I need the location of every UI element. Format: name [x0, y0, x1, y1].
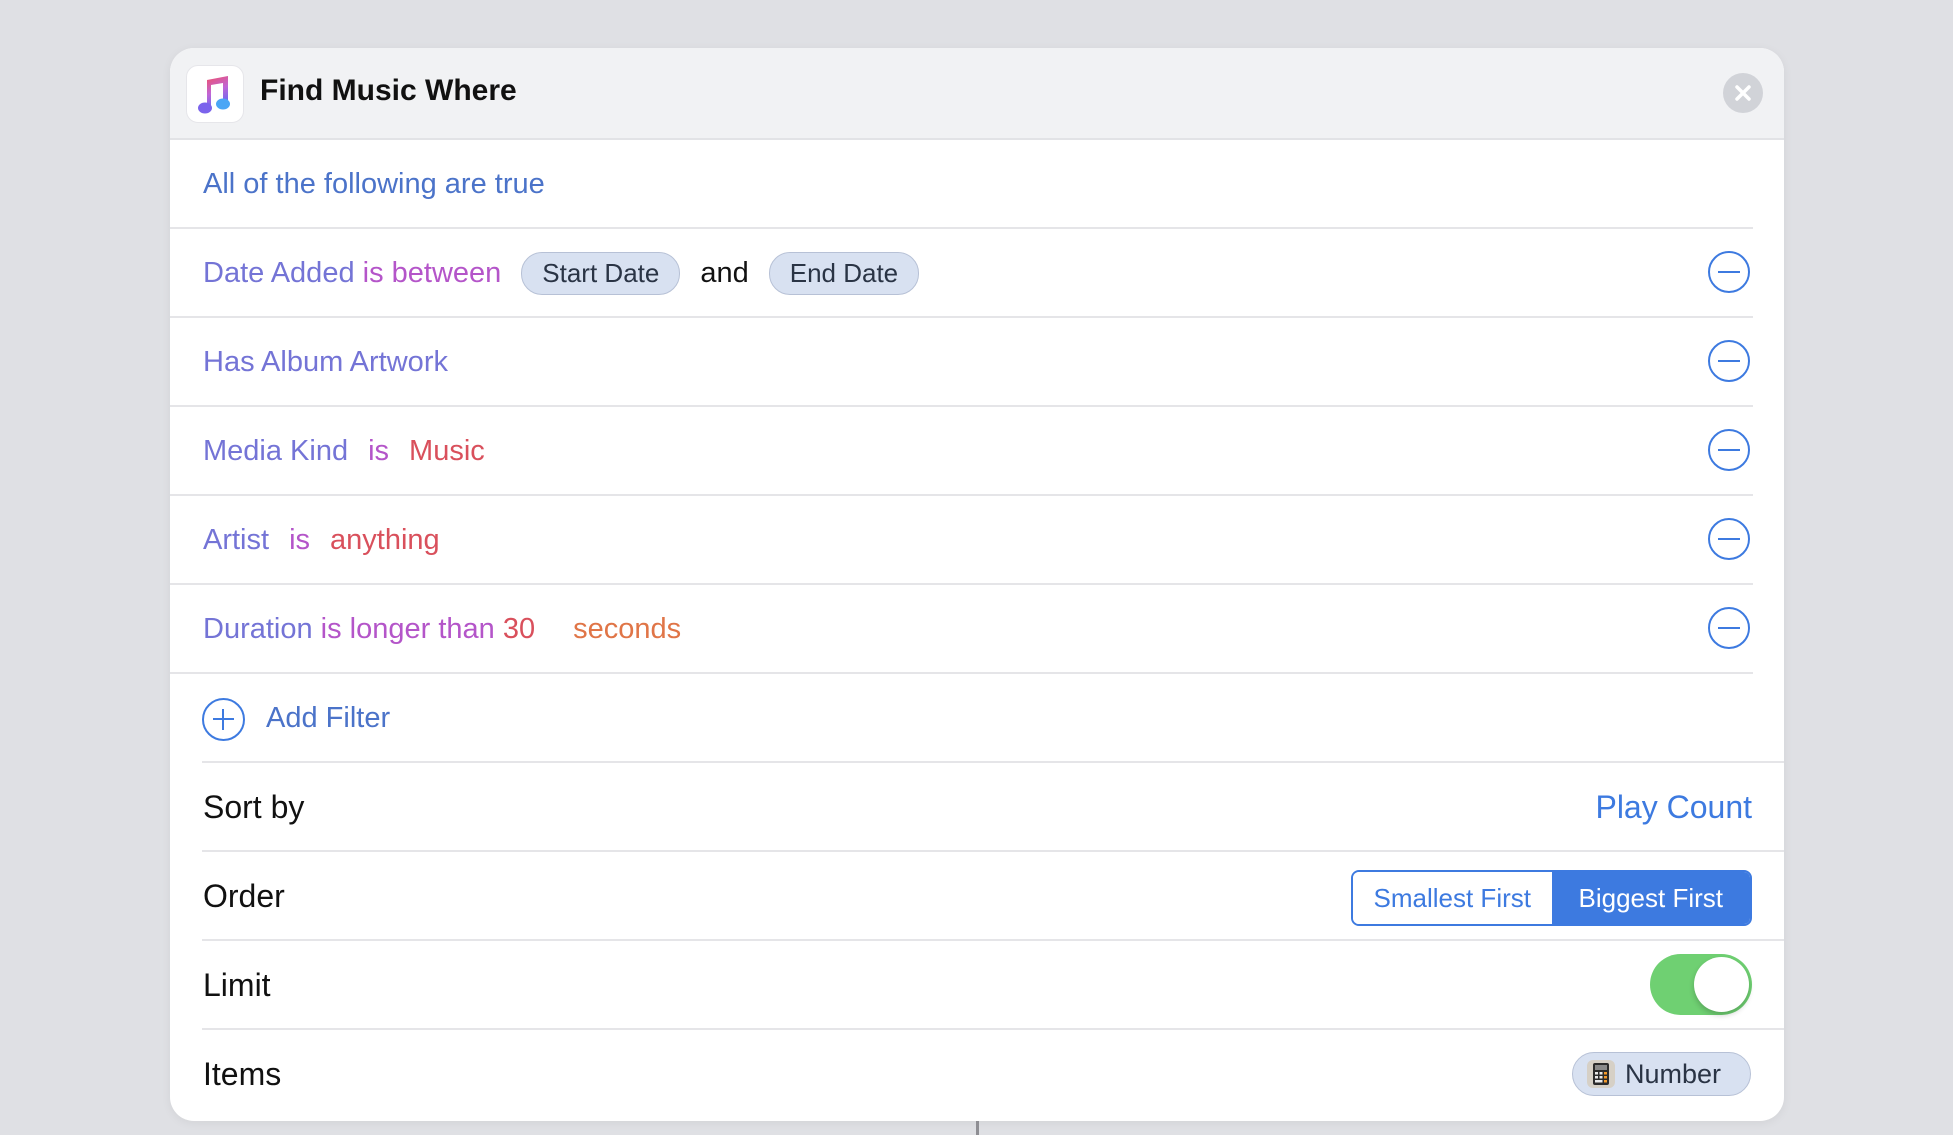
- items-number-pill[interactable]: Number: [1572, 1052, 1751, 1096]
- find-music-action-card: Find Music Where All of the following ar…: [170, 48, 1784, 1121]
- filter-field[interactable]: Has Album Artwork: [203, 346, 448, 379]
- sort-by-value[interactable]: Play Count: [1595, 763, 1752, 852]
- plus-circle-icon[interactable]: [202, 698, 245, 741]
- action-header: Find Music Where: [170, 48, 1784, 140]
- remove-filter-button[interactable]: [1708, 340, 1750, 382]
- sort-by-row: Sort by Play Count: [170, 763, 1784, 852]
- filter-value[interactable]: anything: [330, 524, 440, 557]
- start-date-pill[interactable]: Start Date: [521, 252, 681, 295]
- filter-operator[interactable]: is between: [355, 257, 502, 290]
- items-label: Items: [203, 1056, 282, 1092]
- filter-field[interactable]: Media Kind: [203, 435, 348, 468]
- filter-operator[interactable]: is: [368, 435, 389, 468]
- items-row: Items Number: [170, 1030, 1784, 1119]
- limit-toggle[interactable]: [1650, 954, 1752, 1015]
- calculator-icon: [1587, 1060, 1615, 1088]
- order-label: Order: [203, 878, 285, 914]
- filter-unit[interactable]: seconds: [573, 613, 681, 646]
- filter-row-album-artwork: Has Album Artwork: [170, 318, 1784, 407]
- add-filter-label[interactable]: Add Filter: [266, 674, 390, 763]
- remove-filter-button[interactable]: [1708, 607, 1750, 649]
- limit-row: Limit: [170, 941, 1784, 1030]
- filter-field[interactable]: Duration: [203, 613, 313, 646]
- filter-row-artist: Artist is anything: [170, 496, 1784, 585]
- filter-field[interactable]: Date Added: [203, 257, 355, 290]
- remove-filter-button[interactable]: [1708, 429, 1750, 471]
- filter-row-duration: Duration is longer than 30 seconds: [170, 585, 1784, 674]
- order-segmented-control[interactable]: Smallest First Biggest First: [1351, 870, 1752, 926]
- remove-filter-button[interactable]: [1708, 518, 1750, 560]
- limit-label: Limit: [203, 967, 271, 1003]
- filter-field[interactable]: Artist: [203, 524, 269, 557]
- match-mode-label[interactable]: All of the following are true: [203, 140, 545, 229]
- action-title: Find Music Where: [260, 74, 517, 107]
- segment-smallest-first[interactable]: Smallest First: [1353, 872, 1552, 924]
- segment-biggest-first[interactable]: Biggest First: [1551, 872, 1750, 924]
- end-date-pill[interactable]: End Date: [768, 252, 920, 295]
- filter-operator[interactable]: is longer than: [313, 613, 495, 646]
- filter-operator[interactable]: is: [289, 524, 310, 557]
- match-mode-row[interactable]: All of the following are true: [170, 140, 1784, 229]
- close-button[interactable]: [1723, 73, 1763, 113]
- filter-row-media-kind: Media Kind is Music: [170, 407, 1784, 496]
- filter-value[interactable]: 30: [495, 613, 535, 646]
- filter-value[interactable]: Music: [409, 435, 485, 468]
- items-value: Number: [1625, 1058, 1722, 1089]
- connector-line: [976, 1121, 979, 1135]
- remove-filter-button[interactable]: [1708, 251, 1750, 293]
- sort-by-label: Sort by: [203, 789, 305, 825]
- music-note-icon: [186, 65, 244, 123]
- add-filter-button[interactable]: Add Filter: [170, 674, 1784, 763]
- close-icon: [1735, 85, 1751, 101]
- filter-row-date-added: Date Added is between Start Date and End…: [170, 229, 1784, 318]
- order-row: Order Smallest First Biggest First: [170, 852, 1784, 941]
- joiner-text: and: [700, 257, 749, 289]
- toggle-knob[interactable]: [1694, 957, 1749, 1012]
